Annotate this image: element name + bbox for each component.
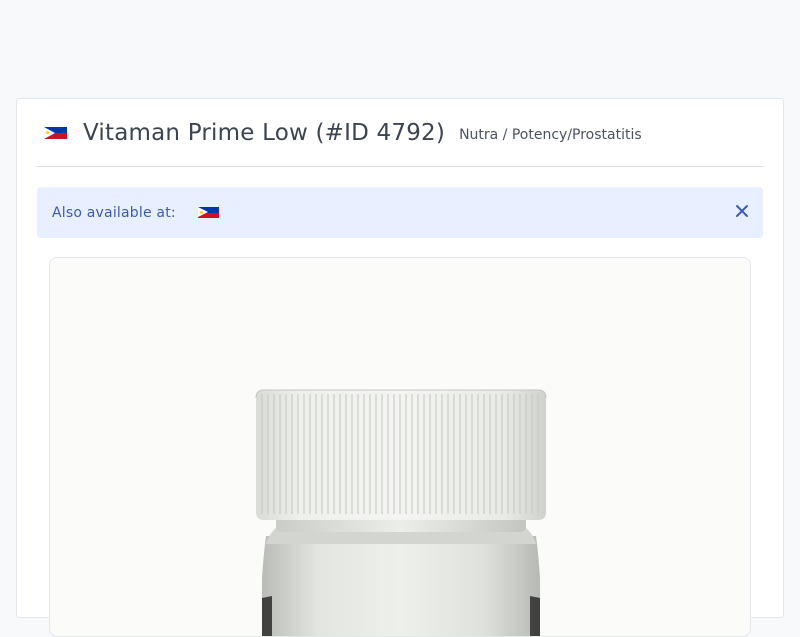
product-bottle-image: [255, 389, 547, 636]
product-image-frame: [49, 257, 751, 637]
page-title: Vitaman Prime Low (#ID 4792): [83, 119, 446, 146]
availability-alert: Also available at:: [37, 187, 763, 238]
alert-label: Also available at:: [52, 204, 176, 221]
category-breadcrumb: Nutra / Potency/Prostatitis: [459, 126, 642, 143]
philippines-flag-icon[interactable]: [197, 207, 219, 218]
philippines-flag-icon: [44, 126, 67, 139]
close-icon[interactable]: [735, 204, 749, 218]
offer-card: Vitaman Prime Low (#ID 4792) Nutra / Pot…: [16, 98, 784, 637]
offer-header: Vitaman Prime Low (#ID 4792) Nutra / Pot…: [37, 99, 763, 167]
